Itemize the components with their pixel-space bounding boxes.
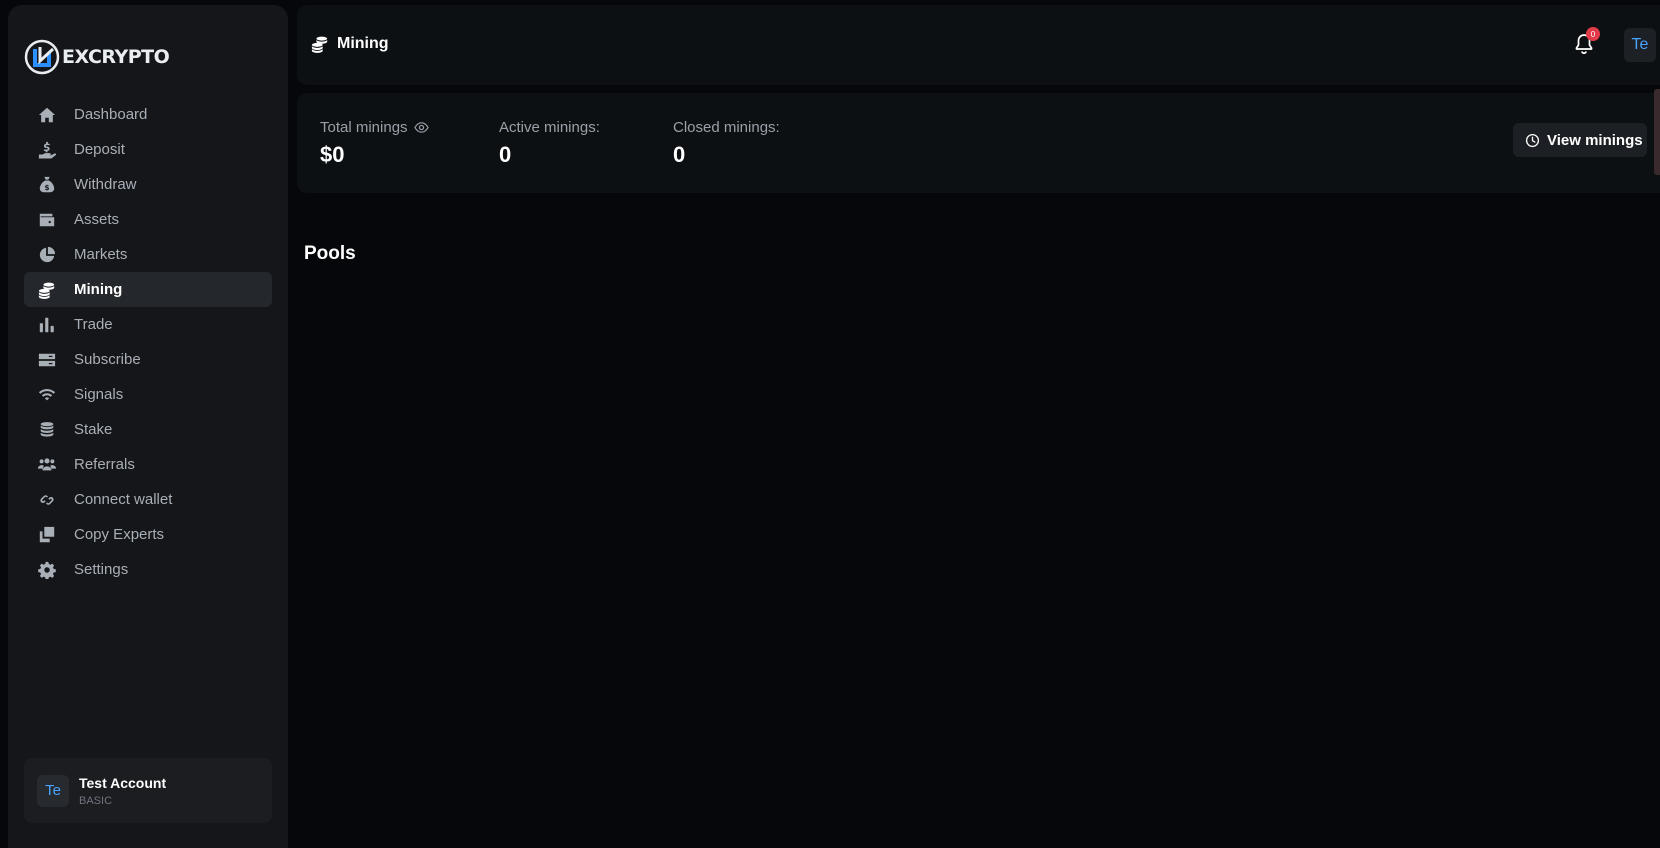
stat-total-label-row: Total minings (320, 119, 429, 136)
sidebar-item-signals[interactable]: Signals (24, 377, 272, 412)
users-icon (38, 455, 62, 475)
clock-icon (1525, 133, 1540, 147)
coins-icon (38, 280, 62, 300)
sidebar-item-label: Settings (74, 561, 129, 578)
sidebar-item-trade[interactable]: Trade (24, 307, 272, 342)
avatar: Te (37, 774, 69, 807)
stat-total-label: Total minings (320, 119, 408, 136)
sidebar-item-settings[interactable]: Settings (24, 552, 272, 587)
sidebar-item-copy-experts[interactable]: Copy Experts (24, 517, 272, 552)
stat-active-minings: Active minings: 0 (499, 119, 600, 168)
app-root: EXCRYPTO Dashboard Deposit $ Withdraw As… (0, 0, 1660, 848)
page-title-text: Mining (337, 35, 389, 52)
sidebar-item-label: Assets (74, 211, 120, 228)
coin-stack-icon (38, 420, 62, 440)
sidebar-item-label: Mining (74, 281, 123, 298)
logo-icon (24, 39, 60, 75)
eye-icon[interactable] (413, 120, 429, 135)
gear-icon (38, 560, 62, 580)
sidebar-item-label: Subscribe (74, 351, 141, 368)
sidebar-nav: Dashboard Deposit $ Withdraw Assets Mark… (24, 97, 272, 587)
server-icon (38, 350, 62, 370)
sidebar-item-label: Deposit (74, 141, 125, 158)
account-info: Test Account BASIC (79, 775, 166, 807)
coins-icon (311, 36, 328, 53)
page-title: Mining (311, 35, 389, 53)
side-panel-handle[interactable] (1654, 89, 1660, 175)
sidebar-item-connect-wallet[interactable]: Connect wallet (24, 482, 272, 517)
svg-text:$: $ (44, 182, 49, 191)
pie-chart-icon (38, 245, 62, 265)
sidebar-item-label: Referrals (74, 456, 135, 473)
sidebar-item-assets[interactable]: Assets (24, 202, 272, 237)
stat-total-minings: Total minings $0 (320, 119, 429, 168)
sidebar-item-dashboard[interactable]: Dashboard (24, 97, 272, 132)
stat-active-label: Active minings: (499, 119, 600, 136)
sidebar-item-deposit[interactable]: Deposit (24, 132, 272, 167)
wifi-icon (38, 385, 62, 405)
top-header: Mining 0 Te (297, 5, 1660, 85)
sidebar-item-label: Trade (74, 316, 113, 333)
pools-heading: Pools (304, 243, 356, 264)
brand-logo[interactable]: EXCRYPTO (24, 37, 170, 77)
sidebar-item-referrals[interactable]: Referrals (24, 447, 272, 482)
sidebar-item-stake[interactable]: Stake (24, 412, 272, 447)
account-plan: BASIC (79, 794, 113, 807)
stat-closed-value: 0 (673, 142, 686, 167)
sidebar: EXCRYPTO Dashboard Deposit $ Withdraw As… (8, 5, 288, 848)
sidebar-item-mining[interactable]: Mining (24, 272, 272, 307)
user-avatar-button[interactable]: Te (1624, 28, 1656, 62)
sidebar-item-label: Stake (74, 421, 113, 438)
view-minings-label: View minings (1547, 131, 1643, 149)
stat-closed-label: Closed minings: (673, 119, 780, 136)
sidebar-item-withdraw[interactable]: $ Withdraw (24, 167, 272, 202)
bar-chart-icon (38, 315, 62, 335)
account-name: Test Account (79, 774, 167, 791)
home-icon (38, 105, 62, 125)
sidebar-item-label: Signals (74, 386, 124, 403)
sidebar-item-label: Dashboard (74, 106, 148, 123)
sidebar-item-label: Connect wallet (74, 491, 173, 508)
link-icon (38, 490, 62, 510)
sidebar-item-subscribe[interactable]: Subscribe (24, 342, 272, 377)
sidebar-item-label: Copy Experts (74, 526, 165, 543)
stat-closed-minings: Closed minings: 0 (673, 119, 780, 168)
stat-total-value: $0 (320, 142, 345, 167)
brand-name: EXCRYPTO (62, 46, 170, 68)
wallet-icon (38, 210, 62, 230)
copy-icon (38, 525, 62, 545)
stat-active-value: 0 (499, 142, 512, 167)
mining-stats-card: Total minings $0 Active minings: 0 Close… (297, 93, 1660, 193)
account-card[interactable]: Te Test Account BASIC (24, 758, 272, 823)
notification-count-badge: 0 (1586, 27, 1600, 41)
sidebar-item-markets[interactable]: Markets (24, 237, 272, 272)
money-bag-icon: $ (38, 175, 62, 195)
sidebar-item-label: Markets (74, 246, 128, 263)
deposit-hand-icon (38, 140, 62, 160)
view-minings-button[interactable]: View minings (1513, 123, 1647, 157)
notifications-button[interactable]: 0 (1574, 27, 1600, 57)
sidebar-item-label: Withdraw (74, 176, 137, 193)
